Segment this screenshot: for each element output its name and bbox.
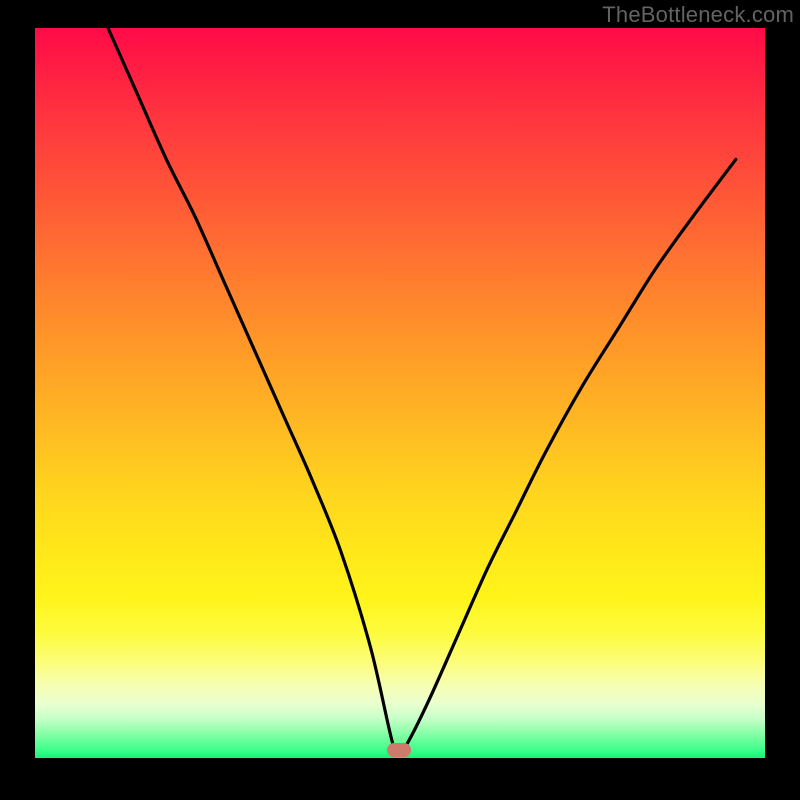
watermark-text: TheBottleneck.com bbox=[602, 2, 794, 28]
plot-area bbox=[35, 28, 765, 758]
optimum-marker bbox=[387, 743, 411, 757]
chart-frame: TheBottleneck.com bbox=[0, 0, 800, 800]
bottleneck-curve bbox=[35, 28, 765, 758]
